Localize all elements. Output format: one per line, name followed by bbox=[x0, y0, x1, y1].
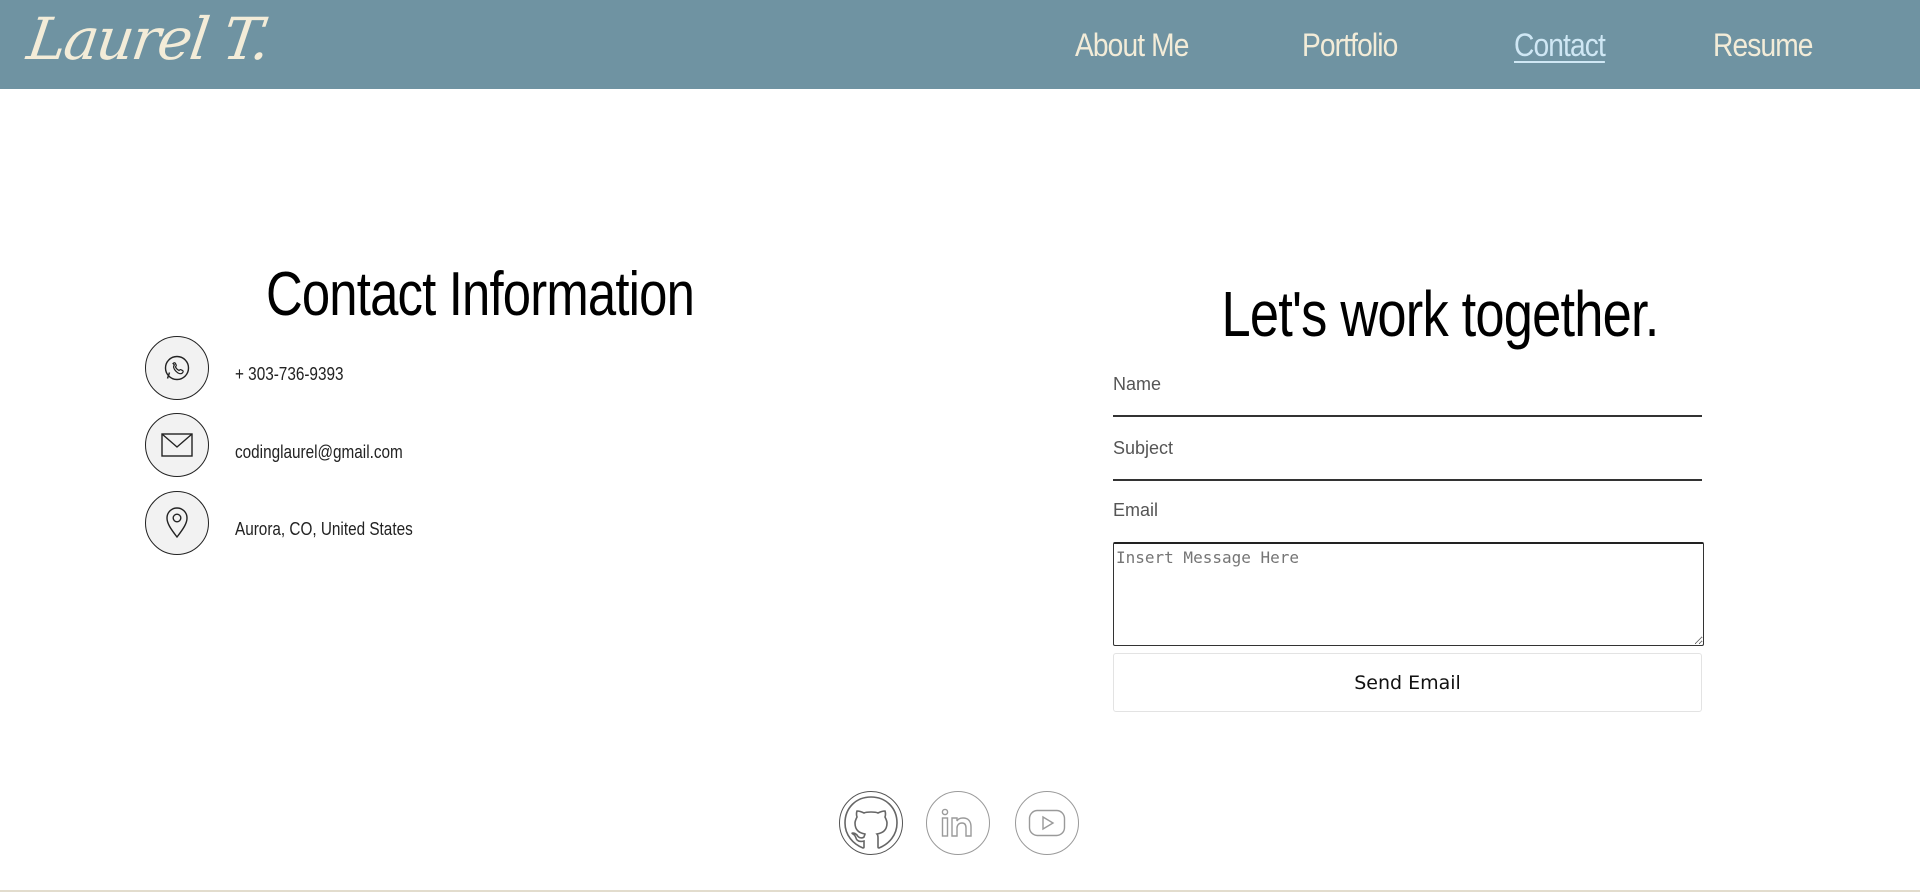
linkedin-link[interactable] bbox=[926, 791, 990, 855]
footer-divider bbox=[0, 890, 1920, 892]
name-field[interactable] bbox=[1113, 362, 1706, 404]
email-address: codinglaurel@gmail.com bbox=[235, 442, 403, 462]
site-header: Laurel T. About Me Portfolio Contact Res… bbox=[0, 0, 1920, 89]
youtube-link[interactable] bbox=[1015, 791, 1079, 855]
nav-resume[interactable]: Resume bbox=[1713, 22, 1813, 68]
github-icon bbox=[844, 796, 898, 849]
mail-icon bbox=[145, 413, 209, 477]
subject-field[interactable] bbox=[1113, 426, 1706, 468]
email-field[interactable] bbox=[1113, 490, 1706, 532]
form-title: Let's work together. bbox=[1221, 278, 1659, 350]
subject-field-underline bbox=[1113, 479, 1702, 481]
contact-information-title: Contact Information bbox=[265, 260, 695, 329]
nav-about-me[interactable]: About Me bbox=[1075, 22, 1189, 68]
whatsapp-icon bbox=[145, 336, 209, 400]
message-textarea[interactable] bbox=[1113, 542, 1704, 646]
github-link[interactable] bbox=[839, 791, 903, 855]
name-field-underline bbox=[1113, 415, 1702, 417]
nav-portfolio[interactable]: Portfolio bbox=[1302, 22, 1398, 68]
nav-contact[interactable]: Contact bbox=[1514, 22, 1606, 68]
location-text: Aurora, CO, United States bbox=[235, 519, 413, 539]
send-email-button[interactable]: Send Email bbox=[1113, 653, 1702, 712]
location-pin-icon bbox=[145, 491, 209, 555]
linkedin-icon bbox=[941, 808, 972, 837]
site-logo[interactable]: Laurel T. bbox=[23, 5, 273, 73]
phone-number: + 303-736-9393 bbox=[235, 364, 344, 384]
youtube-icon bbox=[1028, 809, 1066, 837]
